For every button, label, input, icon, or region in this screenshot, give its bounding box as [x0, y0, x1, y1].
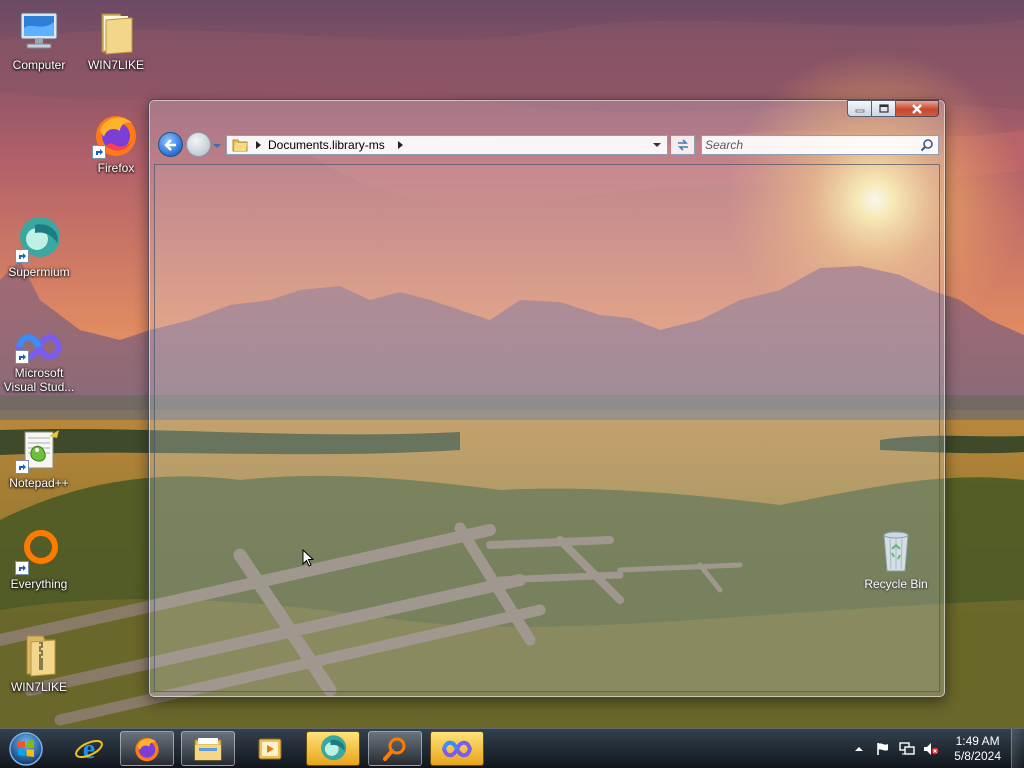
maximize-button[interactable]	[872, 100, 896, 117]
shortcut-arrow-icon	[15, 561, 29, 575]
desktop-icon-visual-studio[interactable]: Microsoft Visual Stud...	[1, 330, 77, 394]
explorer-window[interactable]: Documents.library-ms	[148, 99, 946, 698]
network-button[interactable]	[898, 740, 916, 758]
address-bar[interactable]: Documents.library-ms	[226, 135, 668, 155]
taskbar-item-internet-explorer[interactable]: e	[62, 731, 116, 766]
maximize-icon	[878, 104, 889, 113]
notification-area: 1:49 AM 5/8/2024	[844, 729, 1024, 768]
desktop-icon-supermium[interactable]: Supermium	[1, 215, 77, 279]
taskbar-item-file-explorer[interactable]	[181, 731, 235, 766]
folder-icon	[232, 139, 248, 152]
taskbar-item-media-player[interactable]	[243, 731, 297, 766]
address-history-chevron-icon[interactable]	[650, 138, 664, 152]
show-desktop-button[interactable]	[1011, 729, 1024, 768]
desktop-icon-label: WIN7LIKE	[87, 58, 144, 72]
volume-muted-icon	[924, 742, 939, 755]
taskbar-item-supermium[interactable]	[306, 731, 360, 766]
zip-folder-icon	[15, 630, 63, 678]
action-center-button[interactable]	[874, 740, 892, 758]
desktop-icon-label: Microsoft Visual Stud...	[3, 366, 75, 394]
desktop-icon-notepadpp[interactable]: Notepad++	[1, 426, 77, 490]
supermium-icon	[15, 215, 63, 263]
visual-studio-icon	[15, 330, 63, 364]
desktop-icon-label: Everything	[10, 577, 68, 591]
search-box[interactable]	[701, 135, 939, 155]
back-arrow-icon	[163, 138, 176, 151]
forward-button[interactable]	[186, 132, 211, 157]
file-list-pane[interactable]	[154, 164, 940, 692]
taskbar: e 1:49 AM 5/8/2024	[0, 728, 1024, 768]
minimize-button[interactable]	[847, 100, 872, 117]
breadcrumb-item[interactable]: Documents.library-ms	[268, 138, 385, 152]
desktop-icon-label: Computer	[12, 58, 66, 72]
desktop-icon-label: Supermium	[8, 265, 70, 279]
refresh-button[interactable]	[671, 135, 695, 155]
mouse-cursor-icon	[302, 549, 314, 567]
breadcrumb-separator-icon[interactable]	[395, 140, 405, 150]
show-hidden-icons-button[interactable]	[850, 740, 868, 758]
start-orb-icon	[9, 732, 43, 766]
desktop-icon-label: Notepad++	[9, 476, 69, 490]
desktop-icon-win7like-folder[interactable]: WIN7LIKE	[78, 8, 154, 72]
internet-explorer-icon: e	[75, 734, 103, 764]
svg-text:e: e	[83, 734, 95, 764]
minimize-icon	[855, 109, 864, 112]
volume-button[interactable]	[922, 740, 940, 758]
network-icon	[899, 741, 915, 755]
firefox-icon	[135, 737, 159, 761]
desktop-icon-firefox[interactable]: Firefox	[78, 111, 154, 175]
close-icon	[912, 103, 922, 114]
computer-icon	[15, 8, 63, 56]
desktop-icon-computer[interactable]: Computer	[1, 8, 77, 72]
taskbar-item-firefox[interactable]	[120, 731, 174, 766]
close-button[interactable]	[896, 100, 939, 117]
clock-date: 5/8/2024	[954, 748, 1001, 763]
folder-icon	[92, 8, 140, 56]
everything-icon	[15, 527, 63, 575]
shortcut-arrow-icon	[15, 350, 29, 364]
breadcrumb-separator-icon[interactable]	[253, 140, 263, 150]
visual-studio-icon	[442, 740, 472, 757]
shortcut-arrow-icon	[15, 249, 29, 263]
back-button[interactable]	[158, 132, 183, 157]
chevron-down-icon	[213, 144, 221, 148]
notepadpp-icon	[15, 426, 63, 474]
start-button[interactable]	[6, 731, 46, 767]
shortcut-arrow-icon	[15, 460, 29, 474]
media-player-icon	[258, 738, 282, 759]
taskbar-item-everything[interactable]	[368, 731, 422, 766]
desktop-icon-win7like-zip[interactable]: WIN7LIKE	[1, 630, 77, 694]
clock-time: 1:49 AM	[955, 733, 1000, 748]
shortcut-arrow-icon	[92, 145, 106, 159]
firefox-icon	[92, 111, 140, 159]
chevron-up-icon	[855, 746, 864, 751]
file-explorer-icon	[194, 737, 222, 760]
desktop-icon-everything[interactable]: Everything	[1, 527, 77, 591]
refresh-icon	[677, 139, 688, 151]
desktop-icon-label: Firefox	[97, 161, 135, 175]
search-input[interactable]	[702, 137, 920, 153]
desktop-icon-label: WIN7LIKE	[10, 680, 67, 694]
recent-pages-button[interactable]	[212, 140, 222, 150]
everything-icon	[383, 737, 406, 761]
system-clock[interactable]: 1:49 AM 5/8/2024	[954, 734, 1001, 764]
window-caption-buttons	[847, 100, 939, 117]
search-icon[interactable]	[920, 138, 934, 152]
taskbar-item-visual-studio[interactable]	[430, 731, 484, 766]
action-center-flag-icon	[877, 742, 889, 755]
supermium-icon	[321, 734, 347, 760]
